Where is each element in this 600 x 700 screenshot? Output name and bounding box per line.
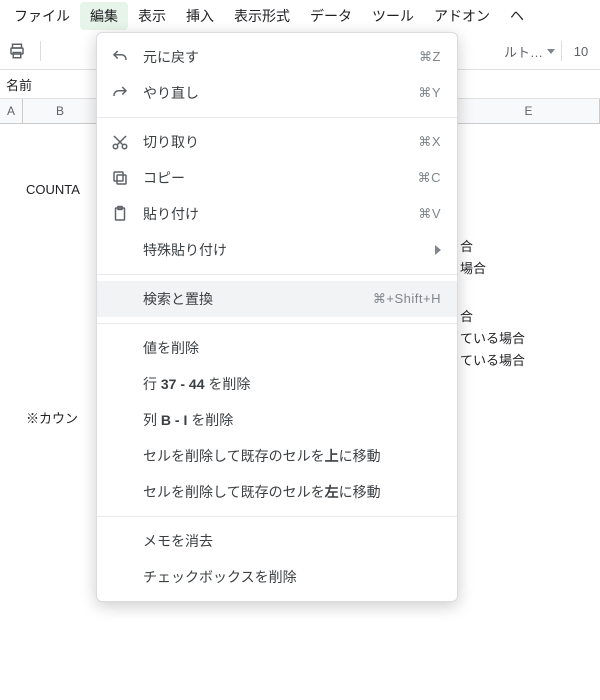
menu-edit[interactable]: 編集 xyxy=(80,2,128,30)
print-icon[interactable] xyxy=(6,40,28,62)
edit-menu-dropdown: 元に戻す ⌘Z やり直し ⌘Y 切り取り ⌘X コピー ⌘C 貼り付け ⌘V 特… xyxy=(96,32,458,602)
menu-view[interactable]: 表示 xyxy=(128,2,176,30)
menu-item-label: 行 37 - 44 を削除 xyxy=(143,374,441,394)
menu-file[interactable]: ファイル xyxy=(4,2,80,30)
menu-item-label: 切り取り xyxy=(143,132,404,152)
col-header-a[interactable]: A xyxy=(0,99,23,123)
menu-item-delete-rows[interactable]: 行 37 - 44 を削除 xyxy=(97,366,457,402)
cut-icon xyxy=(111,133,129,151)
menu-item-delete-shift-up[interactable]: セルを削除して既存のセルを上に移動 xyxy=(97,438,457,474)
redo-icon xyxy=(111,84,129,102)
name-box-label: 名前 xyxy=(6,75,32,94)
menu-separator xyxy=(97,323,457,324)
menu-item-cut[interactable]: 切り取り ⌘X xyxy=(97,124,457,160)
menu-item-redo[interactable]: やり直し ⌘Y xyxy=(97,75,457,111)
menu-item-label: メモを消去 xyxy=(143,531,441,551)
menu-item-label: コピー xyxy=(143,168,404,188)
menu-separator xyxy=(97,117,457,118)
menu-item-find-replace[interactable]: 検索と置換 ⌘+Shift+H xyxy=(97,281,457,317)
menu-item-shortcut: ⌘Z xyxy=(419,49,441,65)
cell-e7: 場合 xyxy=(460,258,486,277)
menu-item-copy[interactable]: コピー ⌘C xyxy=(97,160,457,196)
menu-format[interactable]: 表示形式 xyxy=(224,2,300,30)
menu-item-label: 特殊貼り付け xyxy=(143,240,421,260)
menu-item-delete-columns[interactable]: 列 B - I を削除 xyxy=(97,402,457,438)
copy-icon xyxy=(111,169,129,187)
menu-separator xyxy=(97,274,457,275)
font-size-value[interactable]: 10 xyxy=(568,44,594,59)
menu-item-label: チェックボックスを削除 xyxy=(143,567,441,587)
menu-item-label: 元に戻す xyxy=(143,47,405,67)
font-family-label: ルト… xyxy=(504,42,543,61)
cell-e11: ている場合 xyxy=(460,350,525,369)
menu-data[interactable]: データ xyxy=(300,2,362,30)
menu-item-label: セルを削除して既存のセルを左に移動 xyxy=(143,482,441,502)
menu-item-shortcut: ⌘Y xyxy=(418,85,441,101)
toolbar-separator xyxy=(40,41,41,61)
cell-e6: 合 xyxy=(460,236,473,255)
cell-b14: ※カウン xyxy=(26,408,78,427)
menu-item-shortcut: ⌘+Shift+H xyxy=(373,291,441,307)
menu-addons[interactable]: アドオン xyxy=(424,2,500,30)
undo-icon xyxy=(111,48,129,66)
cell-e9: 合 xyxy=(460,306,473,325)
menu-item-paste[interactable]: 貼り付け ⌘V xyxy=(97,196,457,232)
chevron-down-icon xyxy=(547,49,555,54)
menu-item-shortcut: ⌘X xyxy=(418,134,441,150)
col-header-e[interactable]: E xyxy=(458,99,600,123)
menu-item-label: 列 B - I を削除 xyxy=(143,410,441,430)
menu-insert[interactable]: 挿入 xyxy=(176,2,224,30)
menu-item-paste-special[interactable]: 特殊貼り付け xyxy=(97,232,457,268)
menu-item-undo[interactable]: 元に戻す ⌘Z xyxy=(97,39,457,75)
menu-help[interactable]: ヘ xyxy=(500,2,534,30)
menu-item-label: 貼り付け xyxy=(143,204,404,224)
submenu-arrow-icon xyxy=(435,245,441,255)
font-family-dropdown[interactable]: ルト… xyxy=(504,42,555,61)
col-header-b[interactable]: B xyxy=(23,99,98,123)
toolbar-separator xyxy=(561,41,562,61)
menu-item-shortcut: ⌘C xyxy=(418,170,441,186)
menu-separator xyxy=(97,516,457,517)
menubar: ファイル 編集 表示 挿入 表示形式 データ ツール アドオン ヘ xyxy=(0,0,600,33)
menu-item-delete-values[interactable]: 値を削除 xyxy=(97,330,457,366)
menu-tools[interactable]: ツール xyxy=(362,2,424,30)
menu-item-label: 検索と置換 xyxy=(143,289,359,309)
cell-b3: COUNTA xyxy=(26,182,80,197)
menu-item-label: セルを削除して既存のセルを上に移動 xyxy=(143,446,441,466)
menu-item-delete-shift-left[interactable]: セルを削除して既存のセルを左に移動 xyxy=(97,474,457,510)
paste-icon xyxy=(111,205,129,223)
menu-item-label: やり直し xyxy=(143,83,404,103)
menu-item-clear-notes[interactable]: メモを消去 xyxy=(97,523,457,559)
menu-item-shortcut: ⌘V xyxy=(418,206,441,222)
cell-e10: ている場合 xyxy=(460,328,525,347)
menu-item-remove-checkboxes[interactable]: チェックボックスを削除 xyxy=(97,559,457,595)
menu-item-label: 値を削除 xyxy=(143,338,441,358)
